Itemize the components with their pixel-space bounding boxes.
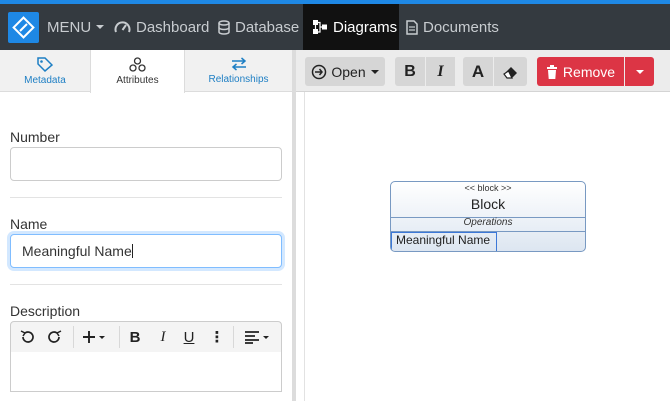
diagram-canvas[interactable]: << block >> Block Operations Meaningful … bbox=[304, 92, 670, 401]
redo-icon bbox=[48, 330, 62, 343]
align-icon bbox=[245, 331, 269, 344]
block-stereotype: << block >> bbox=[464, 183, 512, 193]
font-button[interactable]: A bbox=[463, 57, 493, 86]
remove-dropdown-button[interactable] bbox=[625, 57, 654, 86]
italic-icon: I bbox=[437, 62, 444, 80]
trash-icon bbox=[546, 64, 557, 79]
tab-metadata-label: Metadata bbox=[24, 74, 66, 86]
properties-tabs: Metadata Attributes Relationships bbox=[0, 50, 292, 93]
redo-button[interactable] bbox=[43, 322, 67, 352]
toolbar-separator bbox=[73, 326, 74, 348]
menu-label: MENU bbox=[47, 18, 92, 36]
align-button[interactable] bbox=[239, 322, 275, 352]
insert-icon bbox=[83, 331, 105, 343]
toolbar-separator bbox=[233, 326, 234, 348]
open-label: Open bbox=[331, 63, 366, 80]
properties-panel: Metadata Attributes Relationships Number… bbox=[0, 50, 292, 401]
document-icon bbox=[406, 19, 418, 35]
diagram-panel: Open B I A Remove << block >> Block Oper… bbox=[296, 50, 670, 401]
toolbar-separator bbox=[119, 326, 120, 348]
tag-icon bbox=[37, 56, 53, 72]
nav-diagrams[interactable]: Diagrams bbox=[303, 4, 399, 50]
underline-button[interactable]: U bbox=[177, 322, 201, 352]
eraser-icon bbox=[502, 66, 517, 79]
tab-attributes[interactable]: Attributes bbox=[90, 50, 185, 93]
bold-icon: B bbox=[129, 328, 141, 346]
diagram-icon bbox=[313, 20, 327, 34]
nav-dashboard[interactable]: Dashboard bbox=[114, 4, 209, 50]
nav-database[interactable]: Database bbox=[218, 4, 299, 50]
more-icon: ⋮ bbox=[209, 329, 225, 346]
underline-icon: U bbox=[183, 328, 195, 346]
arrow-circle-right-icon bbox=[312, 64, 327, 79]
text-cursor bbox=[131, 244, 133, 258]
block-attribute-selected[interactable]: Meaningful Name bbox=[391, 232, 497, 251]
nav-database-label: Database bbox=[235, 18, 300, 36]
navbar: MENU Dashboard Database Diagrams Documen… bbox=[0, 4, 670, 50]
shapes-icon bbox=[129, 57, 146, 72]
font-icon: A bbox=[471, 61, 485, 81]
remove-label: Remove bbox=[562, 63, 616, 80]
caret-down-icon bbox=[635, 69, 644, 74]
diamond-logo-icon bbox=[12, 16, 35, 39]
italic-button[interactable]: I bbox=[426, 57, 455, 86]
caret-down-icon bbox=[370, 69, 379, 74]
name-label: Name bbox=[10, 216, 48, 232]
divider bbox=[10, 197, 282, 198]
number-input[interactable] bbox=[10, 147, 282, 181]
description-label: Description bbox=[10, 303, 81, 319]
app-logo[interactable] bbox=[8, 12, 39, 43]
bold-icon: B bbox=[404, 62, 416, 80]
dashboard-icon bbox=[114, 21, 131, 33]
remove-button[interactable]: Remove bbox=[537, 57, 624, 86]
divider bbox=[10, 284, 282, 285]
nav-diagrams-label: Diagrams bbox=[333, 18, 398, 36]
description-editor[interactable] bbox=[10, 352, 282, 392]
name-input[interactable]: Meaningful Name bbox=[10, 234, 282, 268]
database-icon bbox=[218, 19, 230, 35]
number-label: Number bbox=[10, 129, 60, 145]
undo-icon bbox=[20, 330, 34, 343]
diagram-toolbar: Open B I A Remove bbox=[296, 50, 670, 92]
block-operations-label: Operations bbox=[463, 217, 513, 228]
swap-arrows-icon bbox=[231, 57, 246, 71]
undo-button[interactable] bbox=[15, 322, 39, 352]
description-editor-toolbar: B I U ⋮ bbox=[10, 321, 282, 353]
tab-relationships[interactable]: Relationships bbox=[185, 50, 292, 92]
nav-documents[interactable]: Documents bbox=[406, 4, 499, 50]
italic-button[interactable]: I bbox=[151, 322, 175, 352]
bold-button[interactable]: B bbox=[395, 57, 425, 86]
bold-button[interactable]: B bbox=[123, 322, 147, 352]
italic-icon: I bbox=[160, 328, 166, 345]
eraser-button[interactable] bbox=[494, 57, 527, 86]
more-button[interactable]: ⋮ bbox=[207, 322, 227, 352]
caret-down-icon bbox=[96, 25, 105, 29]
tab-attributes-label: Attributes bbox=[116, 75, 159, 86]
nav-dashboard-label: Dashboard bbox=[136, 18, 210, 36]
nav-documents-label: Documents bbox=[423, 18, 499, 36]
insert-button[interactable] bbox=[77, 322, 111, 352]
tab-relationships-label: Relationships bbox=[208, 74, 269, 85]
menu-button[interactable]: MENU bbox=[47, 4, 105, 50]
open-button[interactable]: Open bbox=[305, 57, 385, 86]
block-name: Block bbox=[470, 196, 506, 212]
block-element[interactable]: << block >> Block Operations Meaningful … bbox=[390, 181, 586, 252]
tab-metadata[interactable]: Metadata bbox=[0, 50, 90, 92]
name-input-value: Meaningful Name bbox=[22, 243, 132, 259]
